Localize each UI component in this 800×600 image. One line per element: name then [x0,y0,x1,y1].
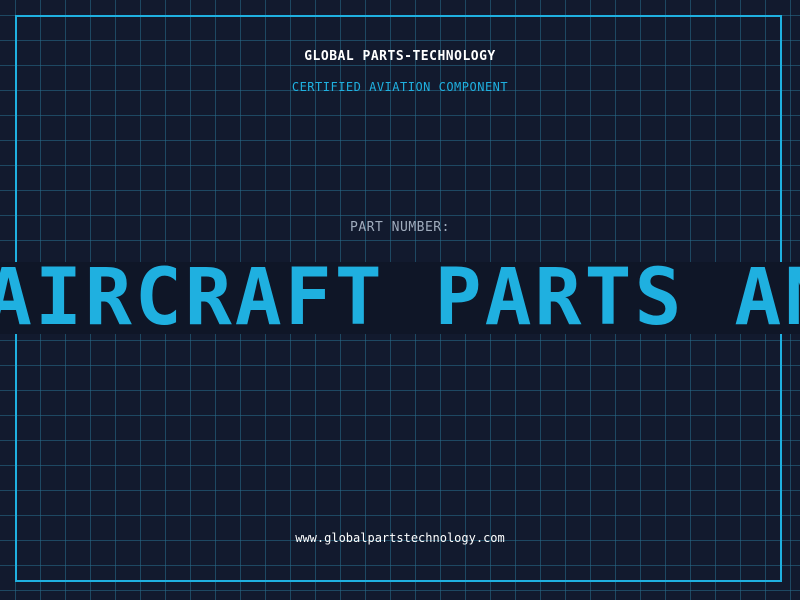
part-number-band: AIRCRAFT PARTS ANCH [0,262,800,334]
certification-tagline: CERTIFIED AVIATION COMPONENT [291,80,509,94]
part-number-label: PART NUMBER: [350,220,450,235]
certificate-page: GLOBAL PARTS-TECHNOLOGY CERTIFIED AVIATI… [0,0,800,600]
website-link[interactable]: www.globalpartstechnology.com [295,531,505,545]
part-number-value: AIRCRAFT PARTS ANCH [0,262,800,334]
website-link-container: www.globalpartstechnology.com [0,531,800,545]
company-name: GLOBAL PARTS-TECHNOLOGY [304,49,496,64]
